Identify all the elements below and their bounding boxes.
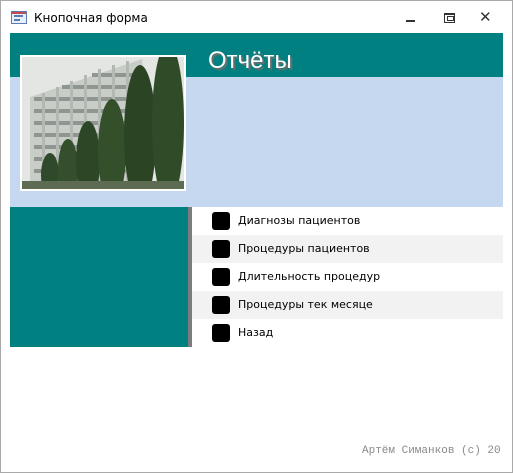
menu-item-patient-procedures[interactable]: Процедуры пациентов bbox=[192, 235, 503, 263]
menu-button[interactable] bbox=[212, 296, 230, 314]
switchboard-menu: Диагнозы пациентов Процедуры пациентов Д… bbox=[192, 207, 503, 347]
building-photo bbox=[20, 55, 186, 191]
maximize-button[interactable] bbox=[433, 7, 463, 27]
menu-button[interactable] bbox=[212, 324, 230, 342]
menu-item-current-month-procedures[interactable]: Процедуры тек месяце bbox=[192, 291, 503, 319]
menu-item-procedure-duration[interactable]: Длительность процедур bbox=[192, 263, 503, 291]
minimize-icon bbox=[406, 20, 415, 22]
menu-button[interactable] bbox=[212, 212, 230, 230]
app-window: Кнопочная форма ✕ Отчёты Диагнозы пациен… bbox=[0, 0, 513, 473]
author-credit: Артём Симанков (с) 20 bbox=[362, 445, 501, 457]
close-button[interactable]: ✕ bbox=[471, 7, 501, 27]
window-title: Кнопочная форма bbox=[34, 11, 148, 25]
page-title: Отчёты bbox=[208, 47, 292, 74]
menu-item-patient-diagnoses[interactable]: Диагнозы пациентов bbox=[192, 207, 503, 235]
minimize-button[interactable] bbox=[395, 7, 425, 27]
maximize-icon bbox=[444, 13, 455, 23]
menu-item-label[interactable]: Процедуры тек месяце bbox=[238, 298, 373, 311]
close-icon: ✕ bbox=[479, 8, 492, 26]
menu-item-label[interactable]: Диагнозы пациентов bbox=[238, 214, 360, 227]
menu-button[interactable] bbox=[212, 240, 230, 258]
menu-item-back[interactable]: Назад bbox=[192, 319, 503, 347]
switchboard-form: Отчёты Диагнозы пациентов Процедуры паци… bbox=[10, 33, 503, 463]
title-bar: Кнопочная форма ✕ bbox=[1, 1, 512, 33]
menu-item-label[interactable]: Назад bbox=[238, 326, 273, 339]
left-panel bbox=[10, 207, 188, 347]
menu-item-label[interactable]: Длительность процедур bbox=[238, 270, 380, 283]
form-icon[interactable] bbox=[11, 11, 27, 24]
menu-item-label[interactable]: Процедуры пациентов bbox=[238, 242, 370, 255]
menu-button[interactable] bbox=[212, 268, 230, 286]
